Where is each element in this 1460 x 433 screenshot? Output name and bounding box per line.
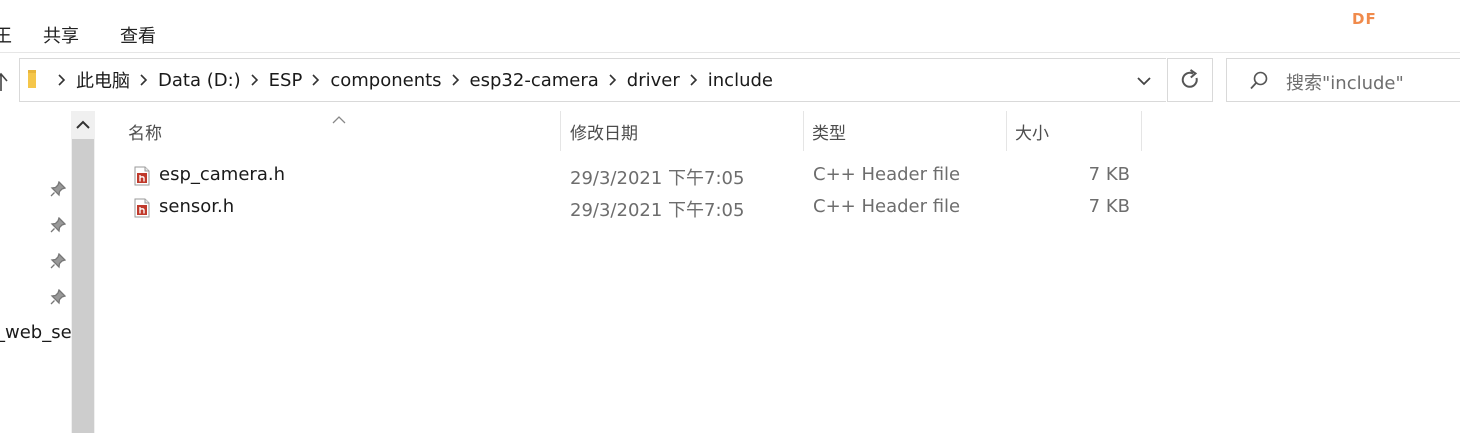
search-placeholder: 搜索"include" <box>1286 73 1404 94</box>
breadcrumb-separator[interactable] <box>442 58 470 102</box>
breadcrumb-esp[interactable]: ESP <box>269 70 303 91</box>
breadcrumb-this-pc[interactable]: 此电脑 <box>76 67 130 93</box>
chevron-right-icon <box>312 74 320 86</box>
pin-icon[interactable] <box>50 180 67 197</box>
breadcrumb-separator[interactable] <box>599 58 627 102</box>
breadcrumb-separator[interactable] <box>241 58 269 102</box>
file-date: 29/3/2021 下午7:05 <box>570 200 745 221</box>
pin-icon[interactable] <box>50 252 67 269</box>
column-header-size[interactable]: 大小 <box>1015 111 1139 151</box>
chevron-right-icon <box>690 74 697 86</box>
header-file-icon <box>134 166 150 186</box>
file-date: 29/3/2021 下午7:05 <box>570 168 745 189</box>
file-type: C++ Header file <box>813 196 961 217</box>
column-divider[interactable] <box>1006 111 1007 151</box>
chevron-right-icon <box>451 74 459 86</box>
file-size: 7 KB <box>1088 196 1130 217</box>
chevron-down-icon <box>1137 77 1151 86</box>
folder-icon <box>27 68 43 90</box>
breadcrumb-esp32-camera[interactable]: esp32-camera <box>470 70 599 91</box>
header-file-icon <box>134 198 150 218</box>
column-divider[interactable] <box>560 111 561 151</box>
ribbon-tab-partial[interactable]: 王 <box>0 22 12 48</box>
breadcrumb-include[interactable]: include <box>708 70 773 91</box>
chevron-right-icon <box>251 74 258 86</box>
column-divider[interactable] <box>1141 111 1142 151</box>
chevron-right-icon <box>140 74 148 86</box>
chevron-right-icon <box>609 74 616 86</box>
refresh-icon <box>1181 69 1198 88</box>
breadcrumb-data-drive[interactable]: Data (D:) <box>158 70 241 91</box>
breadcrumb-driver[interactable]: driver <box>627 70 680 91</box>
sort-ascending-icon <box>332 111 346 130</box>
column-header-date[interactable]: 修改日期 <box>570 111 800 151</box>
pin-icon[interactable] <box>50 216 67 233</box>
pin-icon[interactable] <box>50 288 67 305</box>
scroll-up-button[interactable] <box>71 111 95 139</box>
tab-view[interactable]: 查看 <box>120 22 156 48</box>
up-button[interactable] <box>0 62 14 100</box>
breadcrumb: 此电脑 Data (D:) ESP components esp32-camer… <box>48 58 773 102</box>
recent-locations-button[interactable] <box>1132 70 1156 92</box>
breadcrumb-separator[interactable] <box>302 58 330 102</box>
file-type: C++ Header file <box>813 164 961 185</box>
breadcrumb-separator[interactable] <box>48 58 76 102</box>
nav-item-partial[interactable]: _web_se <box>0 322 72 343</box>
breadcrumb-components[interactable]: components <box>330 70 441 91</box>
breadcrumb-separator[interactable] <box>680 58 708 102</box>
file-row[interactable]: esp_camera.h 29/3/2021 下午7:05 C++ Header… <box>122 160 1142 192</box>
column-header-type[interactable]: 类型 <box>812 111 1002 151</box>
file-size: 7 KB <box>1088 164 1130 185</box>
tab-share[interactable]: 共享 <box>43 22 79 48</box>
refresh-button[interactable] <box>1167 58 1213 102</box>
chevron-right-icon <box>58 74 66 86</box>
chevron-up-icon <box>76 120 90 129</box>
brand-logo: DF <box>1352 10 1377 28</box>
arrow-up-icon <box>0 72 8 91</box>
breadcrumb-separator[interactable] <box>130 58 158 102</box>
file-row[interactable]: sensor.h 29/3/2021 下午7:05 C++ Header fil… <box>122 192 1142 224</box>
file-name: esp_camera.h <box>159 164 285 185</box>
search-icon <box>1248 70 1270 92</box>
column-divider[interactable] <box>803 111 804 151</box>
file-name: sensor.h <box>159 196 235 217</box>
scrollbar-thumb[interactable] <box>72 139 94 433</box>
ribbon-divider <box>0 52 1460 53</box>
